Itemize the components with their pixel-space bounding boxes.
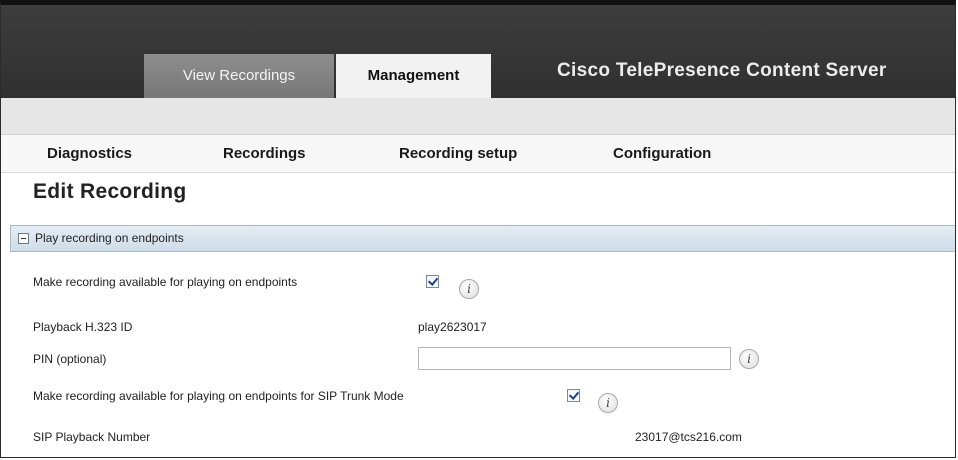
- top-header: View Recordings Management Cisco TelePre…: [1, 5, 955, 98]
- menu-configuration[interactable]: Configuration: [613, 145, 711, 162]
- page-title: Edit Recording: [33, 180, 187, 203]
- pin-label: PIN (optional): [33, 352, 107, 366]
- info-icon[interactable]: i: [598, 393, 618, 413]
- tab-view-recordings[interactable]: View Recordings: [144, 54, 334, 98]
- info-icon[interactable]: i: [739, 349, 759, 369]
- sip-playback-number-label: SIP Playback Number: [33, 430, 151, 444]
- section-title: Play recording on endpoints: [35, 231, 184, 245]
- sub-header-bar: [1, 98, 955, 135]
- section-header[interactable]: Play recording on endpoints: [10, 225, 955, 252]
- menu-recordings[interactable]: Recordings: [223, 145, 306, 162]
- sip-trunk-label: Make recording available for playing on …: [33, 389, 404, 403]
- sip-playback-number-value: 23017@tcs216.com: [635, 430, 742, 444]
- menu-recording-setup[interactable]: Recording setup: [399, 145, 517, 162]
- management-menu: Diagnostics Recordings Recording setup C…: [1, 135, 955, 173]
- sip-trunk-checkbox[interactable]: [567, 389, 580, 402]
- collapse-icon[interactable]: [18, 233, 29, 244]
- pin-input[interactable]: [418, 347, 731, 370]
- app-title: Cisco TelePresence Content Server: [557, 60, 887, 81]
- make-available-checkbox[interactable]: [426, 275, 439, 288]
- playback-h323-id-label: Playback H.323 ID: [33, 320, 133, 334]
- make-available-label: Make recording available for playing on …: [33, 275, 298, 289]
- info-icon[interactable]: i: [459, 279, 479, 299]
- tab-management[interactable]: Management: [336, 54, 491, 98]
- app-window: View Recordings Management Cisco TelePre…: [0, 0, 956, 458]
- menu-diagnostics[interactable]: Diagnostics: [47, 145, 132, 162]
- playback-h323-id-value: play2623017: [418, 320, 487, 334]
